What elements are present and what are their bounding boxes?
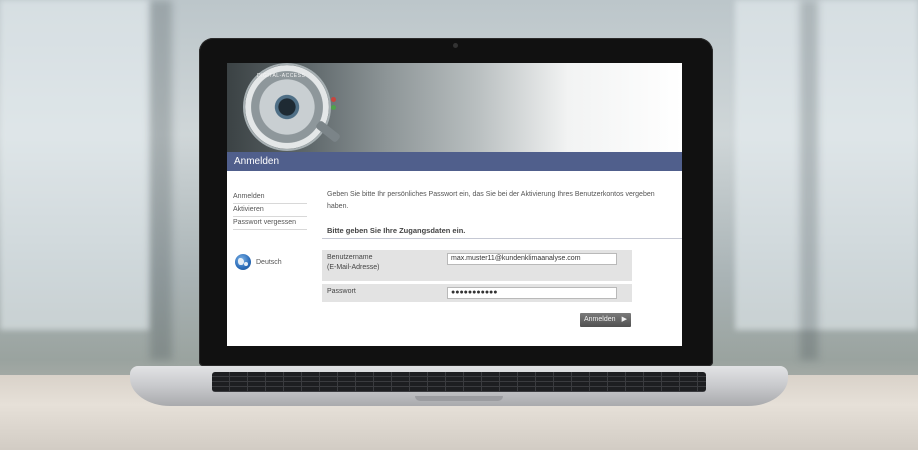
logo-text: DIGITAL-ACCESS — [257, 73, 306, 79]
form-row-password: Passwort ●●●●●●●●●●● — [322, 282, 632, 302]
background-pillar — [150, 0, 172, 360]
laptop-screen: DIGITAL-ACCESS Anmelden Anmelden Aktivie… — [227, 63, 682, 346]
globe-icon — [235, 254, 251, 270]
username-input[interactable]: max.muster11@kundenklimaanalyse.com — [447, 253, 617, 265]
sidebar-item-anmelden[interactable]: Anmelden — [233, 191, 307, 204]
background-window-right — [735, 0, 918, 330]
login-button-label: Anmelden — [584, 316, 616, 323]
laptop-base — [130, 366, 788, 406]
page-title: Anmelden — [227, 152, 682, 171]
keyboard — [212, 372, 706, 392]
background-pillar-right — [800, 0, 818, 360]
language-label: Deutsch — [256, 258, 282, 266]
username-label-line1: Benutzername — [327, 254, 373, 261]
sidebar-item-aktivieren[interactable]: Aktivieren — [233, 204, 307, 217]
login-form: Benutzername (E-Mail-Adresse) max.muster… — [322, 250, 632, 302]
password-label: Passwort — [322, 282, 442, 302]
laptop-lid: DIGITAL-ACCESS Anmelden Anmelden Aktivie… — [199, 38, 713, 366]
section-heading: Bitte geben Sie Ihre Zugangsdaten ein. — [322, 226, 682, 239]
status-light-red — [331, 97, 336, 102]
header-banner: DIGITAL-ACCESS — [227, 63, 682, 152]
username-label-line2: (E-Mail-Adresse) — [327, 264, 380, 271]
intro-text: Geben Sie bitte Ihr persönliches Passwor… — [327, 191, 655, 210]
sidebar-nav: Anmelden Aktivieren Passwort vergessen — [233, 191, 307, 230]
username-cell: max.muster11@kundenklimaanalyse.com — [442, 250, 632, 284]
lid-notch — [415, 396, 503, 401]
sidebar-item-passwort-vergessen[interactable]: Passwort vergessen — [233, 217, 307, 230]
password-input[interactable]: ●●●●●●●●●●● — [447, 287, 617, 299]
webcam — [453, 43, 458, 48]
password-cell: ●●●●●●●●●●● — [442, 282, 632, 302]
status-light-green — [331, 105, 336, 110]
form-row-username: Benutzername (E-Mail-Adresse) max.muster… — [322, 250, 632, 284]
background-window-left — [0, 0, 150, 330]
username-label: Benutzername (E-Mail-Adresse) — [322, 250, 442, 284]
language-selector[interactable]: Deutsch — [235, 254, 282, 270]
arrow-right-icon: ▶ — [621, 316, 627, 323]
login-button[interactable]: Anmelden ▶ — [580, 313, 631, 327]
